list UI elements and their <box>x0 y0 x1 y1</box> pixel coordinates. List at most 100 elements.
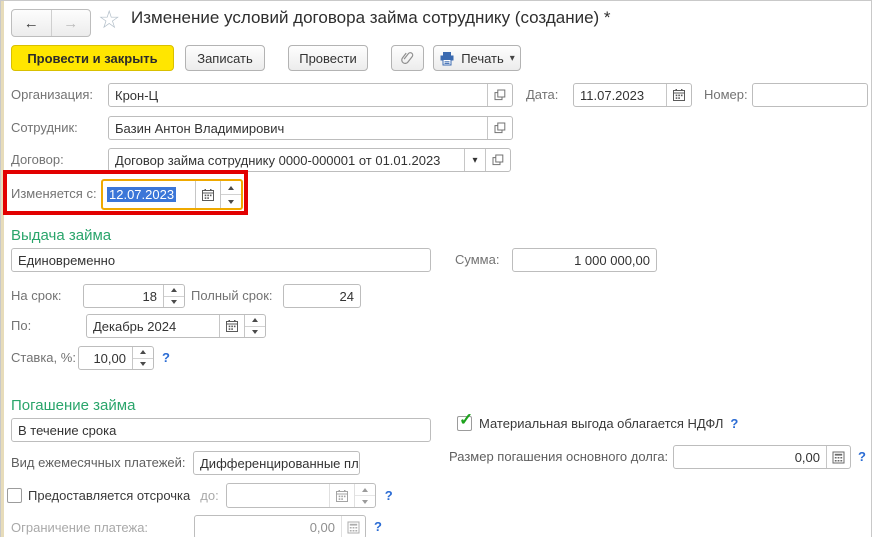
contract-label: Договор: <box>11 152 64 167</box>
principal-help-link[interactable]: ? <box>858 445 866 469</box>
org-open-button[interactable] <box>487 84 512 106</box>
window-left-border <box>1 1 4 537</box>
payment-limit-help-link[interactable]: ? <box>374 515 382 537</box>
term-spinner[interactable] <box>163 285 184 307</box>
calendar-icon <box>226 320 238 332</box>
deferral-row: Предоставляется отсрочка до: ? <box>7 483 393 508</box>
issue-method-field[interactable]: Единовременно <box>11 248 431 272</box>
deferral-help-link[interactable]: ? <box>385 488 393 503</box>
calendar-icon <box>673 89 685 101</box>
open-form-icon <box>494 122 506 134</box>
calendar-icon <box>335 489 348 502</box>
full-term-label: Полный срок: <box>191 288 273 303</box>
spin-down-icon <box>252 329 258 334</box>
favorite-star-button[interactable]: ☆ <box>98 5 120 35</box>
forward-button[interactable]: → <box>50 10 91 36</box>
calculator-icon <box>347 521 360 533</box>
employee-value: Базин Антон Владимирович <box>115 120 285 136</box>
payment-limit-calculator-button[interactable] <box>341 516 365 537</box>
contract-field[interactable]: Договор займа сотруднику 0000-000001 от … <box>108 148 511 172</box>
employee-open-button[interactable] <box>487 117 512 139</box>
org-value: Крон-Ц <box>115 87 159 103</box>
spin-down-icon <box>140 361 146 366</box>
material-benefit-help-link[interactable]: ? <box>730 416 738 431</box>
change-from-calendar-button[interactable] <box>195 181 220 208</box>
principal-field[interactable]: 0,00 <box>673 445 851 469</box>
attachments-button[interactable] <box>391 45 424 71</box>
issue-section-title: Выдача займа <box>11 227 112 244</box>
change-from-value: 12.07.2023 <box>103 181 195 208</box>
open-form-icon <box>494 89 506 101</box>
deferral-label[interactable]: Предоставляется отсрочка <box>28 488 190 503</box>
issue-method-value: Единовременно <box>18 252 116 268</box>
number-value <box>753 84 867 106</box>
save-button[interactable]: Записать <box>185 45 265 71</box>
back-button[interactable]: ← <box>12 10 51 36</box>
org-label: Организация: <box>11 87 94 102</box>
deferral-calendar-button[interactable] <box>328 484 354 507</box>
spin-down-icon <box>228 199 234 204</box>
contract-open-button[interactable] <box>485 149 510 171</box>
spin-up-icon <box>140 350 146 355</box>
post-and-close-button[interactable]: Провести и закрыть <box>11 45 174 71</box>
material-benefit-checkbox[interactable]: ✓ <box>457 410 473 431</box>
page-title: Изменение условий договора займа сотрудн… <box>131 8 611 27</box>
spin-down-icon <box>171 299 177 304</box>
spin-up-icon <box>361 487 368 492</box>
deferral-checkbox[interactable] <box>7 488 22 503</box>
change-from-field[interactable]: 12.07.2023 <box>101 179 243 210</box>
payment-limit-value: 0,00 <box>309 519 335 535</box>
contract-dropdown-button[interactable]: ▾ <box>464 149 485 171</box>
monthly-kind-field[interactable]: Дифференцированные пл <box>193 451 360 475</box>
open-form-icon <box>492 154 504 166</box>
change-from-spinner[interactable] <box>220 181 241 208</box>
spin-up-icon <box>171 288 177 293</box>
repayment-method-value: В течение срока <box>18 422 117 438</box>
spin-up-icon <box>252 318 258 323</box>
chevron-down-icon: ▾ <box>472 154 478 166</box>
date-label: Дата: <box>526 87 559 102</box>
paperclip-icon <box>397 48 417 69</box>
payment-limit-field[interactable]: 0,00 <box>194 515 366 537</box>
date-field[interactable]: 11.07.2023 <box>573 83 692 107</box>
calendar-icon <box>202 188 214 201</box>
deferral-until-field[interactable] <box>225 483 376 508</box>
principal-value: 0,00 <box>794 449 820 465</box>
material-benefit-label[interactable]: Материальная выгода облагается НДФЛ <box>479 416 723 431</box>
amount-value: 1 000 000,00 <box>574 252 650 268</box>
number-label: Номер: <box>704 87 748 102</box>
rate-value: 10,00 <box>93 350 126 366</box>
full-term-field[interactable]: 24 <box>283 284 361 308</box>
principal-calculator-button[interactable] <box>826 446 850 468</box>
rate-label: Ставка, %: <box>11 350 76 365</box>
calculator-icon <box>832 451 845 463</box>
employee-field[interactable]: Базин Антон Владимирович <box>108 116 513 140</box>
until-field[interactable]: Декабрь 2024 <box>86 314 266 338</box>
rate-spinner[interactable] <box>132 347 153 369</box>
print-dropdown-icon: ▾ <box>509 52 515 64</box>
until-value: Декабрь 2024 <box>93 318 177 334</box>
repayment-method-field[interactable]: В течение срока <box>11 418 431 442</box>
amount-field[interactable]: 1 000 000,00 <box>512 248 657 272</box>
until-calendar-button[interactable] <box>219 315 244 337</box>
until-label: По: <box>11 318 32 333</box>
deferral-until-label: до: <box>200 487 219 503</box>
number-field[interactable] <box>752 83 868 107</box>
principal-label: Размер погашения основного долга: <box>449 449 669 464</box>
material-benefit-row: ✓ Материальная выгода облагается НДФЛ ? <box>457 410 738 433</box>
rate-field[interactable]: 10,00 <box>78 346 154 370</box>
forward-icon: → <box>63 14 79 32</box>
employee-label: Сотрудник: <box>11 120 78 135</box>
post-button[interactable]: Провести <box>288 45 368 71</box>
spin-down-icon <box>361 499 368 504</box>
print-button[interactable]: Печать ▾ <box>433 45 521 71</box>
rate-help-link[interactable]: ? <box>162 346 170 370</box>
amount-label: Сумма: <box>455 252 500 267</box>
until-spinner[interactable] <box>244 315 265 337</box>
deferral-spinner[interactable] <box>353 484 375 507</box>
print-button-label: Печать <box>461 50 504 66</box>
org-field[interactable]: Крон-Ц <box>108 83 513 107</box>
monthly-kind-value: Дифференцированные пл <box>200 455 359 471</box>
date-calendar-button[interactable] <box>666 84 691 106</box>
term-field[interactable]: 18 <box>83 284 185 308</box>
